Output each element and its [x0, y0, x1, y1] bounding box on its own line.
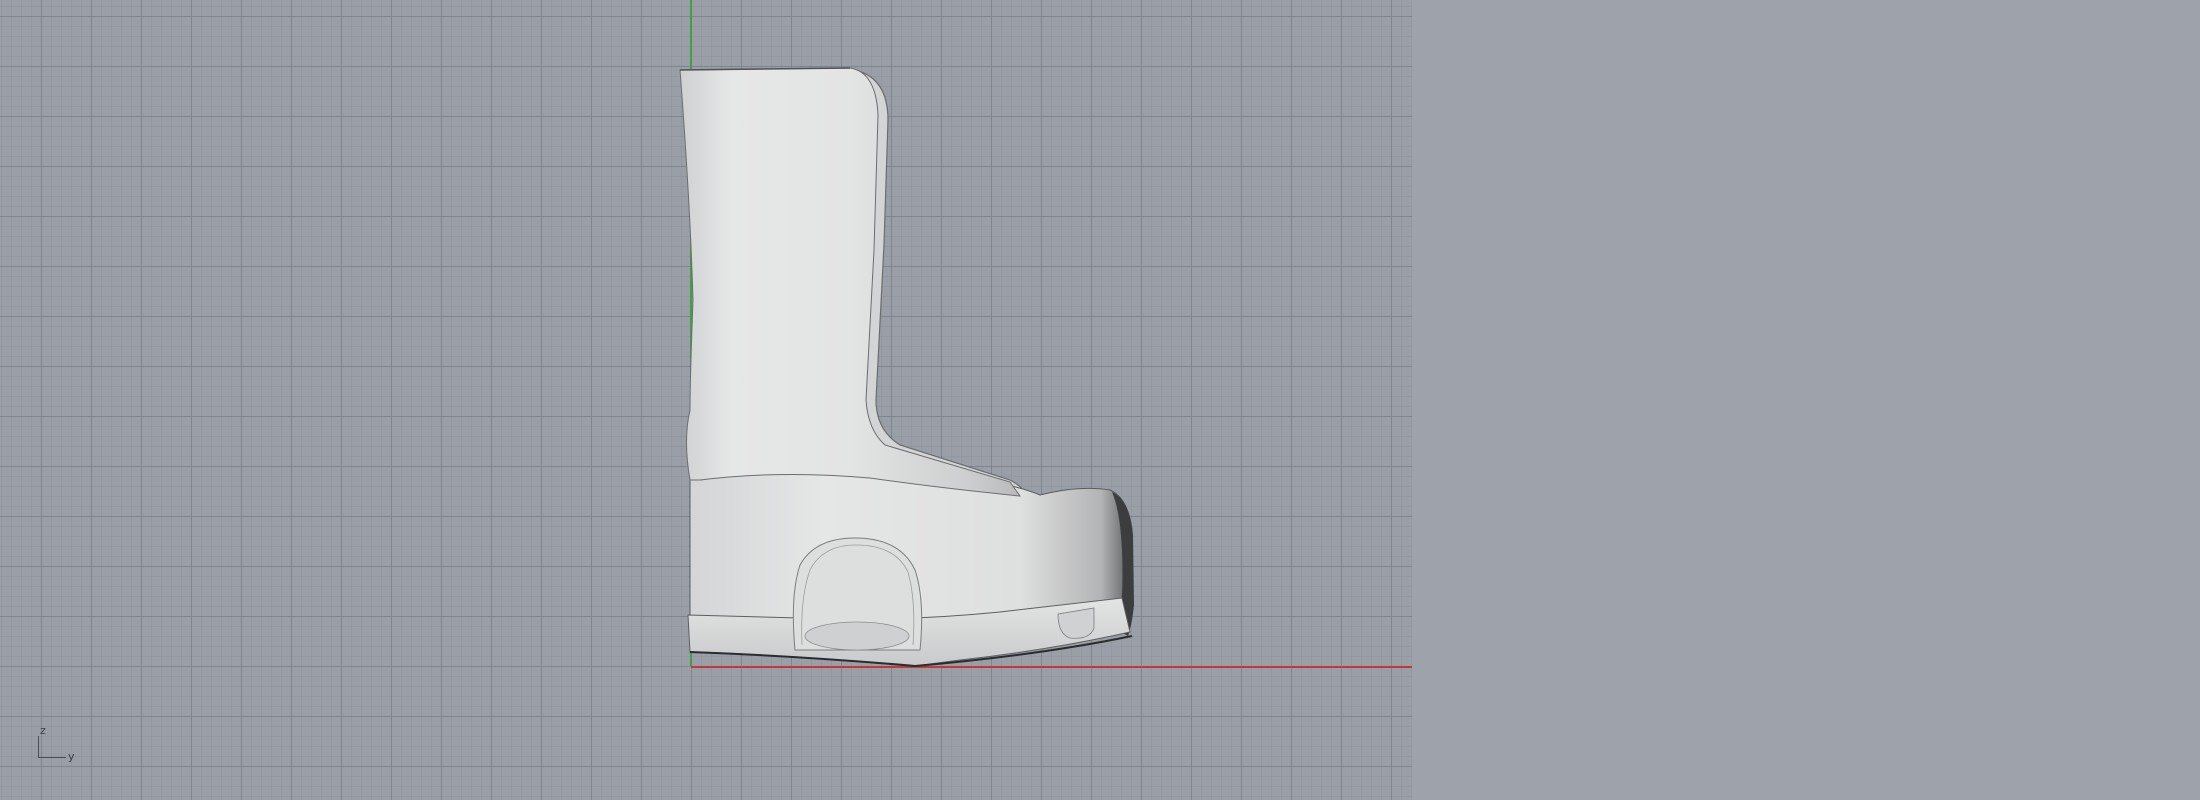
gizmo-up-line [38, 736, 39, 758]
gizmo-y-label: y [68, 750, 75, 763]
gizmo-z-label: z [40, 724, 46, 737]
boot-shaft [679, 67, 1022, 497]
3d-viewport-right-view[interactable]: z y [0, 0, 1412, 800]
boot-model[interactable] [0, 0, 1412, 800]
axis-gizmo: z y [30, 722, 90, 770]
boot-heel-bump [804, 621, 910, 651]
gizmo-right-line [38, 757, 66, 758]
empty-side-panel [1412, 0, 2200, 800]
